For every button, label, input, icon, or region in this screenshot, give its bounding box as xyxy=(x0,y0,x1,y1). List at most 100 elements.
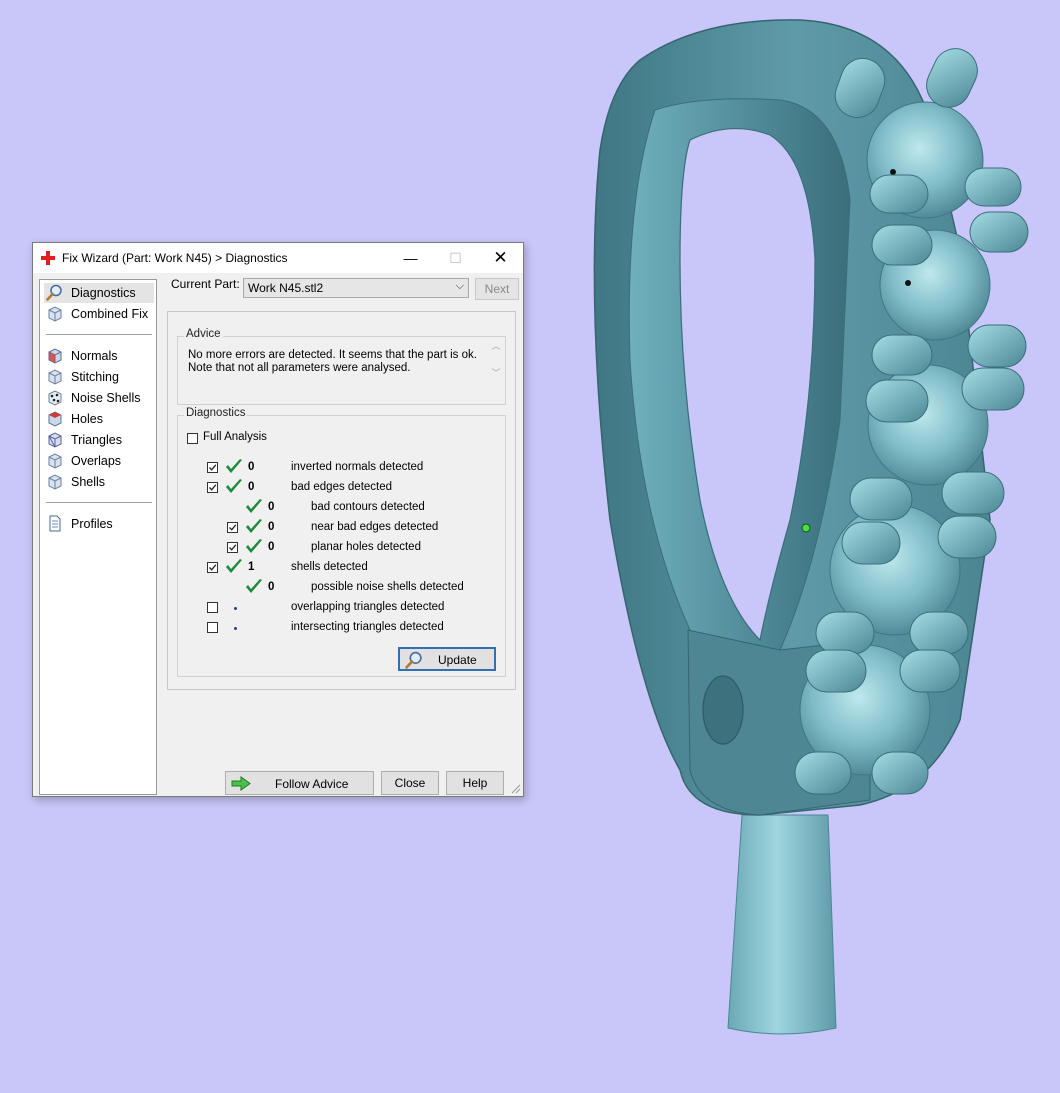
advice-group: Advice No more errors are detected. It s… xyxy=(177,328,506,405)
sidebar-item-normals[interactable]: Normals xyxy=(44,346,154,366)
sidebar-item-label: Diagnostics xyxy=(71,286,136,300)
ok-check-icon xyxy=(246,539,262,553)
diagnostics-panel: Advice No more errors are detected. It s… xyxy=(167,311,516,690)
close-button[interactable]: Close xyxy=(381,771,439,795)
sidebar-item-shells[interactable]: Shells xyxy=(44,472,154,492)
magnifier-icon xyxy=(405,651,422,669)
advice-text: No more errors are detected. It seems th… xyxy=(188,349,488,375)
close-window-button[interactable]: ✕ xyxy=(478,243,523,273)
row-count: 0 xyxy=(268,501,275,513)
row-checkbox[interactable] xyxy=(227,542,238,553)
magnifier-icon xyxy=(46,284,62,301)
document-icon xyxy=(49,515,61,532)
noise-shells-icon xyxy=(48,390,62,406)
next-button[interactable]: Next xyxy=(475,278,519,300)
help-button[interactable]: Help xyxy=(446,771,504,795)
row-count: 1 xyxy=(248,561,255,573)
resize-grip-icon[interactable] xyxy=(511,784,521,794)
cube-normals-icon xyxy=(48,348,62,364)
cube-stitching-icon xyxy=(48,369,62,385)
sidebar-item-label: Holes xyxy=(71,412,103,426)
sidebar-item-label: Overlaps xyxy=(71,454,122,468)
update-button[interactable]: Update xyxy=(398,647,496,671)
row-label: bad contours detected xyxy=(311,501,425,513)
ok-check-icon xyxy=(246,579,262,593)
row-count: 0 xyxy=(268,581,275,593)
title-bar[interactable]: Fix Wizard (Part: Work N45) > Diagnostic… xyxy=(33,243,523,273)
advice-line: Note that not all parameters were analys… xyxy=(188,362,411,374)
advice-title: Advice xyxy=(184,328,223,340)
sidebar-item-stitching[interactable]: Stitching xyxy=(44,367,154,387)
row-count: 0 xyxy=(248,481,255,493)
follow-advice-label: Follow Advice xyxy=(275,777,349,791)
sidebar-divider xyxy=(46,334,152,335)
sidebar-item-triangles[interactable]: Triangles xyxy=(44,430,154,450)
overlaps-icon xyxy=(48,453,62,469)
sidebar-item-noise-shells[interactable]: Noise Shells xyxy=(44,388,154,408)
sidebar-divider xyxy=(46,502,152,503)
sidebar-item-label: Noise Shells xyxy=(71,391,141,405)
ok-check-icon xyxy=(226,459,242,473)
row-count: 0 xyxy=(248,461,255,473)
cube-icon xyxy=(48,306,62,322)
row-label: near bad edges detected xyxy=(311,521,439,533)
sidebar-item-combined-fix[interactable]: Combined Fix xyxy=(44,304,154,324)
row-checkbox[interactable] xyxy=(207,462,218,473)
arrow-right-icon xyxy=(231,776,251,791)
row-label: shells detected xyxy=(291,561,368,573)
sidebar-item-overlaps[interactable]: Overlaps xyxy=(44,451,154,471)
chevron-down-icon: ⌵ xyxy=(455,280,464,292)
fix-wizard-dialog: Fix Wizard (Part: Work N45) > Diagnostic… xyxy=(32,242,524,797)
current-part-label: Current Part: xyxy=(171,277,240,291)
sidebar-item-holes[interactable]: Holes xyxy=(44,409,154,429)
ok-check-icon xyxy=(226,559,242,573)
row-label: intersecting triangles detected xyxy=(291,621,444,633)
triangles-icon xyxy=(48,432,62,448)
row-label: planar holes detected xyxy=(311,541,421,553)
sidebar-item-label: Stitching xyxy=(71,370,119,384)
red-cross-icon xyxy=(41,251,55,265)
shells-icon xyxy=(48,474,62,490)
row-checkbox[interactable] xyxy=(207,622,218,633)
diagnostics-title: Diagnostics xyxy=(184,407,248,419)
row-checkbox[interactable] xyxy=(227,522,238,533)
row-label: possible noise shells detected xyxy=(311,581,464,593)
full-analysis-checkbox[interactable] xyxy=(187,433,198,444)
not-analysed-dot xyxy=(234,627,237,630)
row-checkbox[interactable] xyxy=(207,482,218,493)
advice-line: No more errors are detected. It seems th… xyxy=(188,349,477,361)
full-analysis-label: Full Analysis xyxy=(203,431,267,443)
sidebar-item-label: Triangles xyxy=(71,433,122,447)
row-checkbox[interactable] xyxy=(207,562,218,573)
minimize-button[interactable]: — xyxy=(388,243,433,273)
scroll-down-icon[interactable]: ﹀ xyxy=(489,366,503,379)
ok-check-icon xyxy=(246,519,262,533)
ok-check-icon xyxy=(226,479,242,493)
ok-check-icon xyxy=(246,499,262,513)
sidebar-item-label: Shells xyxy=(71,475,106,489)
cube-holes-icon xyxy=(48,411,62,427)
row-label: inverted normals detected xyxy=(291,461,424,473)
sidebar-item-label: Normals xyxy=(71,349,118,363)
model-ring-hole xyxy=(702,675,744,745)
row-count: 0 xyxy=(268,541,275,553)
current-part-select[interactable]: Work N45.stl2 ⌵ xyxy=(243,278,469,298)
wizard-sidebar: Diagnostics Combined Fix Normals Stitchi… xyxy=(39,279,157,795)
not-analysed-dot xyxy=(234,607,237,610)
row-checkbox[interactable] xyxy=(207,602,218,613)
current-part-value: Work N45.stl2 xyxy=(248,281,324,295)
row-label: bad edges detected xyxy=(291,481,393,493)
maximize-button: ☐ xyxy=(449,250,462,266)
sidebar-item-profiles[interactable]: Profiles xyxy=(44,514,154,534)
model-stem xyxy=(727,814,837,1035)
advice-scrollbar[interactable]: ︿ ﹀ xyxy=(489,339,503,385)
sidebar-item-diagnostics[interactable]: Diagnostics xyxy=(44,283,154,303)
window-title: Fix Wizard (Part: Work N45) > Diagnostic… xyxy=(62,251,288,265)
sidebar-item-label: Profiles xyxy=(71,517,113,531)
sidebar-item-label: Combined Fix xyxy=(71,307,149,321)
follow-advice-button[interactable]: Follow Advice xyxy=(225,771,374,795)
row-label: overlapping triangles detected xyxy=(291,601,445,613)
row-count: 0 xyxy=(268,521,275,533)
diagnostics-group: Diagnostics Full Analysis 0 inverted norm… xyxy=(177,407,506,677)
scroll-up-icon[interactable]: ︿ xyxy=(489,339,503,352)
